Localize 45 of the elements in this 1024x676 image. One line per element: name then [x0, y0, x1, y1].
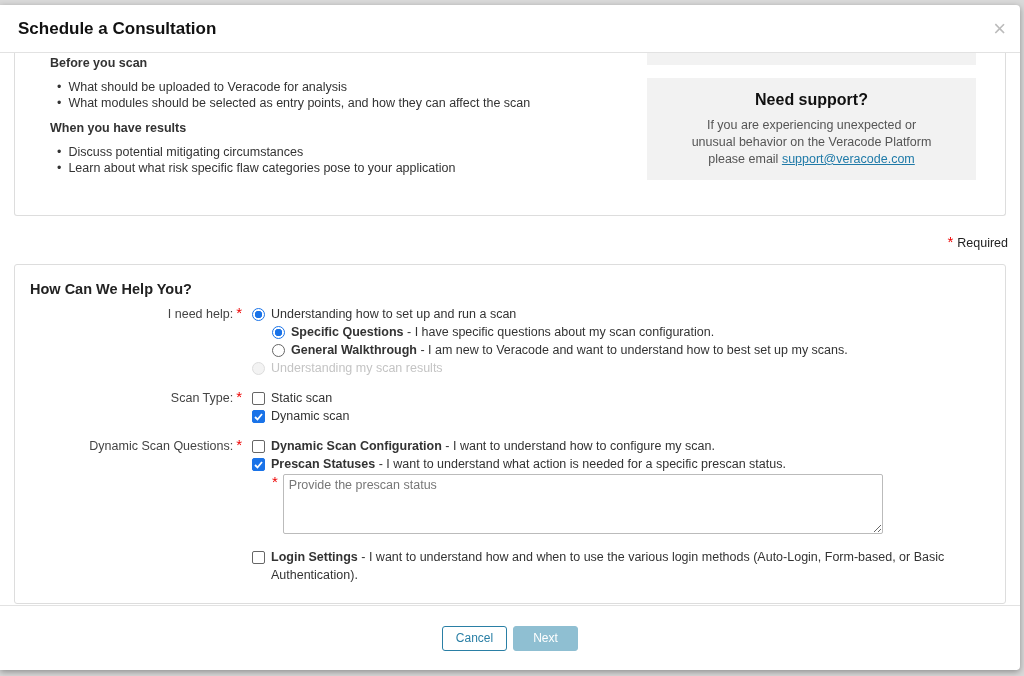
field-label: I need help:	[167, 306, 234, 323]
required-mark: *	[272, 474, 278, 492]
field-label: Scan Type:	[170, 390, 234, 407]
checkbox[interactable]	[252, 551, 265, 564]
bullet-icon: •	[57, 160, 62, 176]
field-label: Dynamic Scan Questions:	[89, 438, 234, 455]
dialog-title: Schedule a Consultation	[18, 18, 217, 39]
bullet-item: What modules should be selected as entry points, and how they can affect the scan	[68, 95, 531, 111]
check-icon	[254, 412, 263, 421]
option-label: Dynamic scan	[271, 408, 350, 425]
support-text: If you are experiencing unexpected or unusual behavior on the Veracode Platform please email support@veracode.com	[690, 117, 933, 168]
option-label: Prescan Statuses - I want to understand what action is needed for a specific prescan status.	[271, 456, 786, 473]
bullet-icon: •	[57, 144, 62, 160]
cancel-button[interactable]: Cancel	[442, 625, 507, 651]
check-icon	[254, 460, 263, 469]
option-label: Static scan	[271, 390, 333, 407]
checkbox[interactable]	[252, 410, 265, 423]
form-title: How Can We Help You?	[30, 281, 193, 297]
required-mark: *	[236, 389, 242, 404]
bullet-icon: •	[57, 79, 62, 95]
checkbox[interactable]	[252, 440, 265, 453]
option-label: Login Settings - I want to understand how and when to use the various login methods (Auto-Login, Form-based, or Basic Authentication).	[271, 549, 946, 584]
option-label: Understanding my scan results	[271, 360, 443, 377]
required-mark: *	[236, 437, 242, 452]
required-mark: *	[236, 305, 242, 320]
option-label: General Walkthrough - I am new to Veracode and want to understand how to best set up my scans.	[291, 342, 848, 359]
radio-button[interactable]	[272, 344, 285, 357]
bullet-item: Learn about what risk specific flaw categories pose to your application	[68, 160, 456, 176]
checkbox[interactable]	[252, 392, 265, 405]
prescan-status-field[interactable]: Provide the prescan status	[282, 474, 883, 534]
bullet-item: Discuss potential mitigating circumstances	[68, 144, 304, 160]
bullet-item: What should be uploaded to Veracode for analysis	[68, 79, 348, 95]
required-mark: *	[947, 234, 954, 249]
support-title: Need support?	[754, 91, 869, 109]
required-note: Required	[957, 236, 1008, 250]
radio-button[interactable]	[252, 308, 265, 321]
option-label: Understanding how to set up and run a scan	[271, 306, 517, 323]
checkbox[interactable]	[252, 458, 265, 471]
email-link[interactable]: support@veracode.com	[781, 152, 915, 166]
section-heading: Before you scan	[50, 56, 149, 70]
bullet-icon: •	[57, 95, 62, 111]
section-heading: When you have results	[50, 121, 188, 135]
option-label: Specific Questions - I have specific questions about my scan configuration.	[291, 324, 715, 341]
option-label: Dynamic Scan Configuration - I want to understand how to configure my scan.	[271, 438, 715, 455]
radio-button[interactable]	[272, 326, 285, 339]
